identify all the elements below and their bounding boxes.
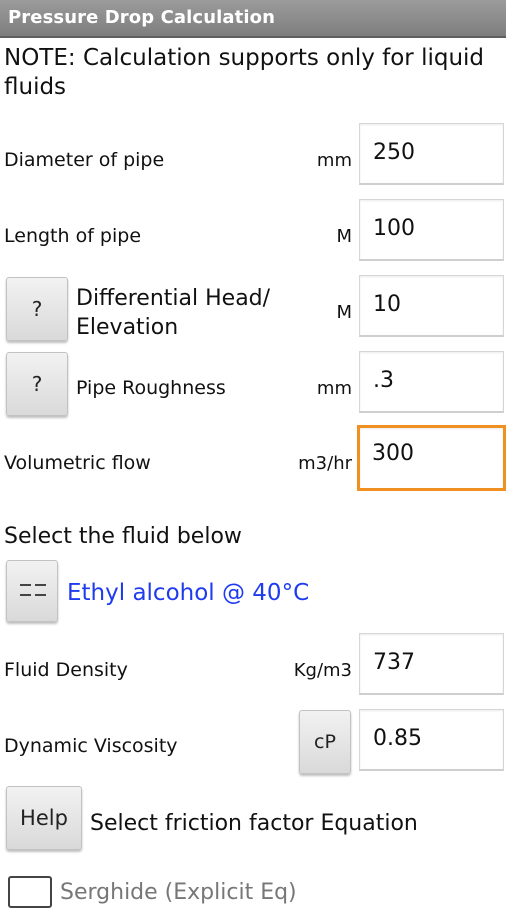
fluid-heading: Select the fluid below — [4, 524, 242, 549]
selected-fluid-link[interactable]: Ethyl alcohol @ 40°C — [67, 580, 309, 606]
head-unit: M — [336, 302, 352, 323]
density-unit: Kg/m3 — [293, 660, 352, 681]
length-label: Length of pipe — [4, 225, 142, 247]
serghide-option-label: Serghide (Explicit Eq) — [60, 880, 297, 905]
app-title: Pressure Drop Calculation — [8, 7, 275, 28]
roughness-input[interactable]: .3 — [359, 351, 504, 413]
density-label: Fluid Density — [4, 659, 128, 681]
density-input[interactable]: 737 — [359, 633, 504, 695]
friction-label: Select friction factor Equation — [90, 811, 418, 836]
list-icon — [20, 581, 46, 601]
diameter-input[interactable]: 250 — [359, 123, 504, 185]
diameter-label: Diameter of pipe — [4, 149, 165, 171]
length-unit: M — [336, 226, 352, 247]
note-text: NOTE: Calculation supports only for liqu… — [4, 45, 485, 100]
head-input[interactable]: 10 — [359, 275, 504, 337]
viscosity-label: Dynamic Viscosity — [4, 735, 178, 757]
friction-help-button[interactable]: Help — [6, 786, 82, 850]
fluid-list-button[interactable] — [6, 560, 58, 622]
roughness-label: Pipe Roughness — [76, 377, 226, 399]
flow-label: Volumetric flow — [4, 452, 151, 474]
head-help-button[interactable]: ? — [6, 277, 68, 341]
title-bar: Pressure Drop Calculation — [0, 0, 506, 38]
roughness-help-button[interactable]: ? — [6, 352, 68, 416]
diameter-unit: mm — [316, 150, 352, 171]
serghide-checkbox[interactable] — [8, 876, 52, 908]
viscosity-unit-button[interactable]: cP — [299, 710, 351, 774]
head-label: Differential Head/ Elevation — [76, 286, 271, 340]
flow-input[interactable]: 300 — [357, 425, 506, 491]
roughness-unit: mm — [316, 378, 352, 399]
viscosity-input[interactable]: 0.85 — [359, 709, 504, 771]
length-input[interactable]: 100 — [359, 199, 504, 261]
flow-unit: m3/hr — [298, 453, 352, 474]
